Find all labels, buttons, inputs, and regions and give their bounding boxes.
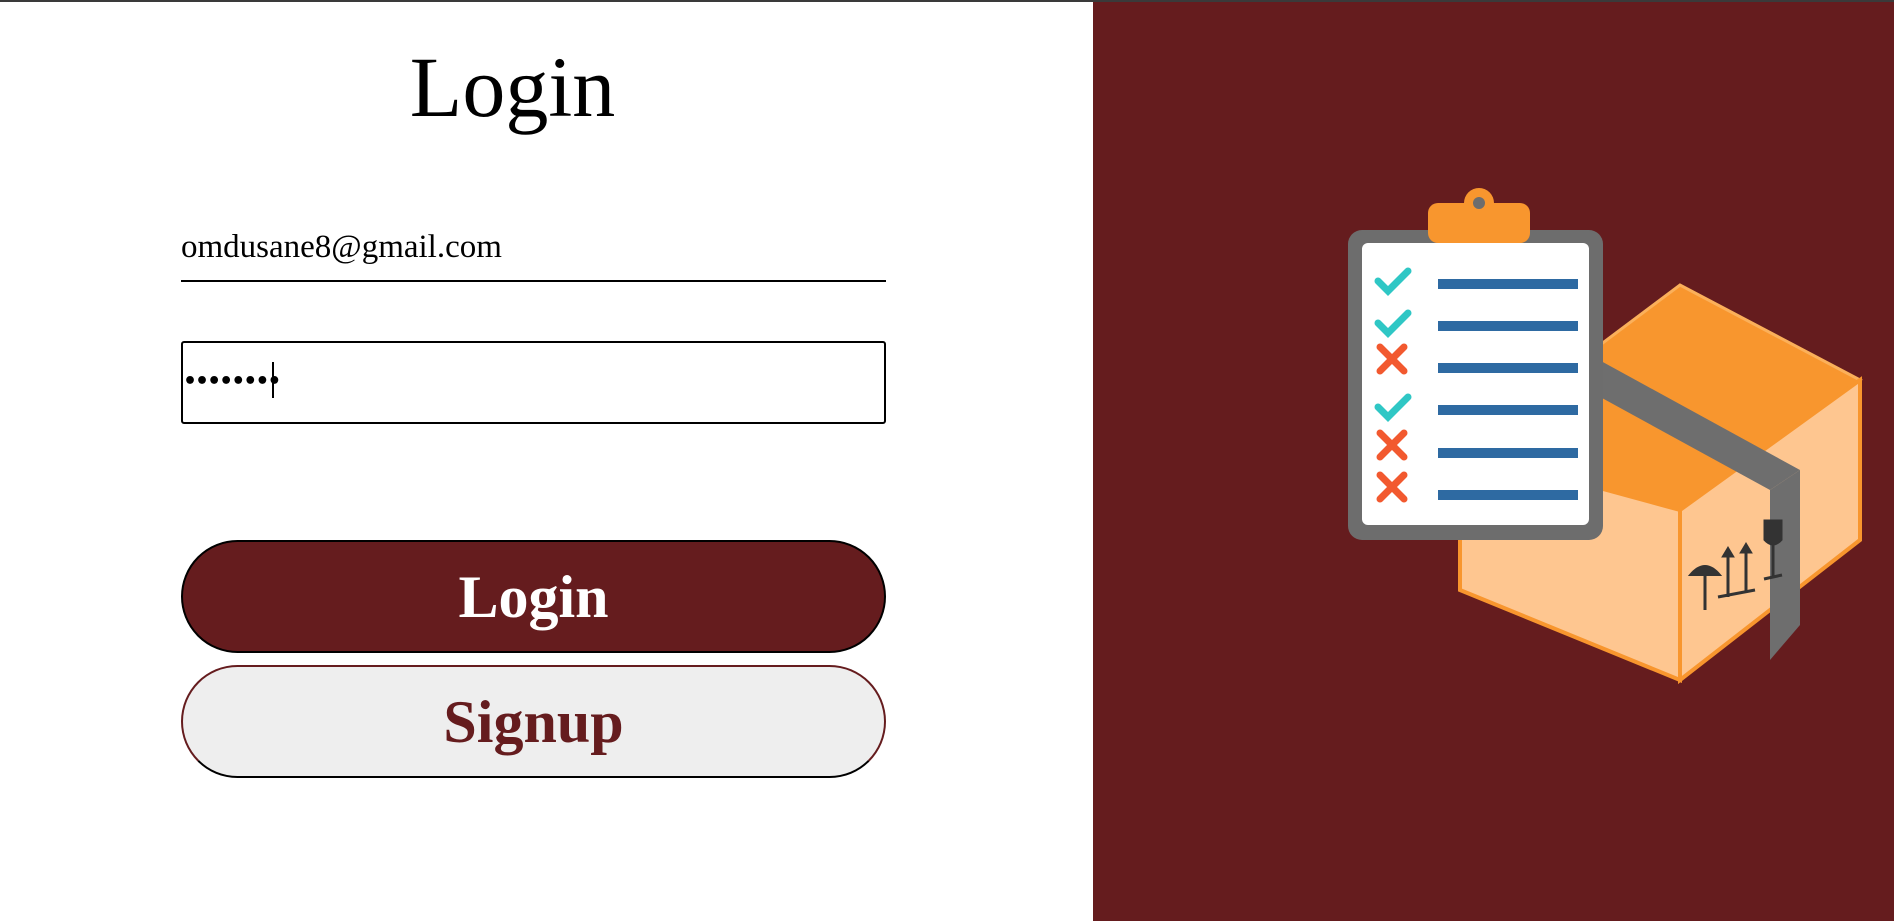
- login-button[interactable]: Login: [181, 540, 886, 653]
- clipboard-box-illustration: [1348, 188, 1863, 685]
- email-field[interactable]: [181, 214, 886, 282]
- password-masked-value: ••••••••: [183, 369, 281, 394]
- signup-button[interactable]: Signup: [181, 665, 886, 778]
- page-title: Login: [409, 39, 616, 135]
- clipboard-icon: [1348, 188, 1603, 540]
- text-caret: [272, 362, 274, 398]
- password-field[interactable]: ••••••••: [181, 341, 886, 424]
- login-panel: Login •••••••• Login Signup: [0, 2, 1093, 921]
